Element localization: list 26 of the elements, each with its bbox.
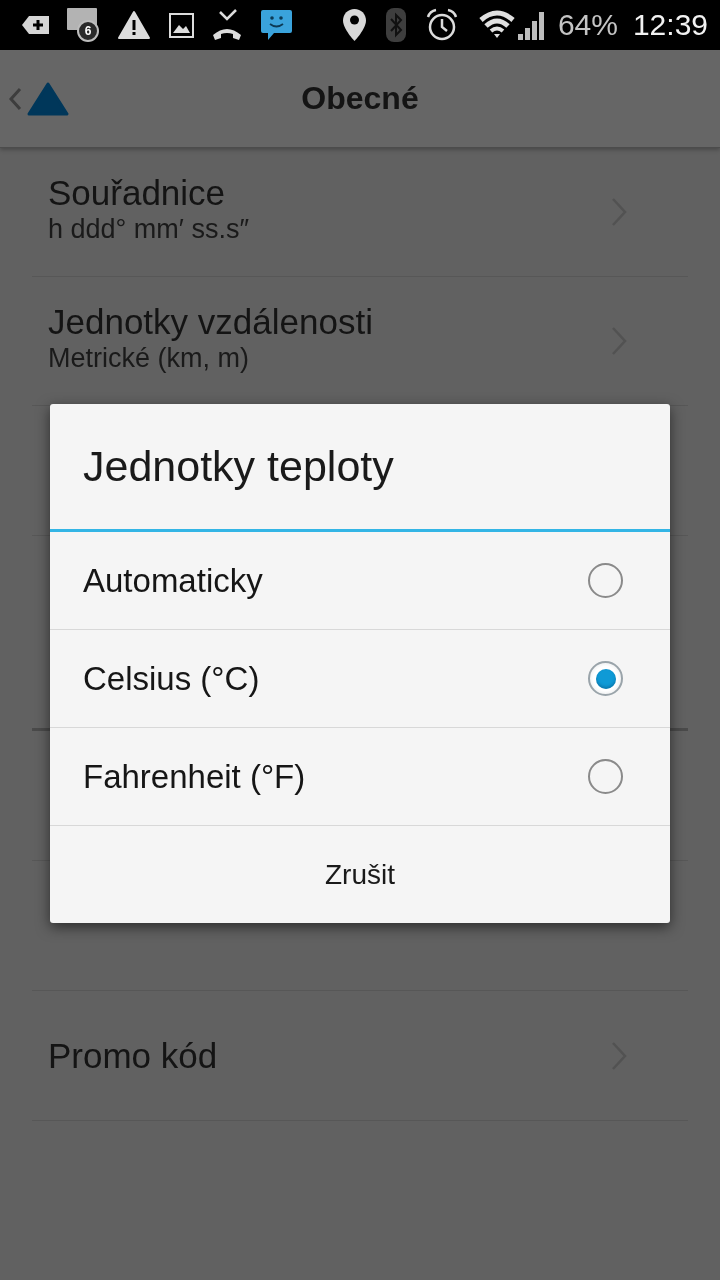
- battery-percent: 64%: [557, 7, 618, 43]
- image-icon: [169, 12, 194, 38]
- triangle-logo-icon[interactable]: [27, 81, 69, 116]
- setting-value: Metrické (km, m): [48, 341, 249, 375]
- setting-value: h ddd° mm′ ss.s″: [48, 212, 249, 246]
- screen-title: Obecné: [301, 80, 419, 117]
- back-icon[interactable]: [8, 86, 22, 111]
- option-label[interactable]: Automaticky: [83, 561, 263, 600]
- bluetooth-icon: [385, 8, 406, 42]
- dialog-title: Jednotky teploty: [83, 442, 394, 491]
- radio-button[interactable]: [588, 563, 623, 598]
- location-pin-icon: [342, 9, 366, 41]
- option-label[interactable]: Fahrenheit (°F): [83, 757, 306, 796]
- signal-icon: [515, 10, 546, 40]
- wifi-icon: [477, 10, 516, 40]
- radio-button[interactable]: [588, 759, 623, 794]
- option-label[interactable]: Celsius (°C): [83, 659, 260, 698]
- cancel-button[interactable]: Zrušit: [50, 826, 670, 923]
- missed-call-icon: [212, 9, 242, 41]
- clock-time: 12:39: [632, 7, 708, 43]
- alarm-clock-icon: [425, 8, 458, 42]
- notification-count: 6: [77, 20, 99, 42]
- plus-tag-icon: [22, 16, 49, 34]
- radio-button[interactable]: [588, 661, 623, 696]
- warning-icon: [117, 10, 151, 40]
- smiley-chat-icon: [260, 9, 293, 41]
